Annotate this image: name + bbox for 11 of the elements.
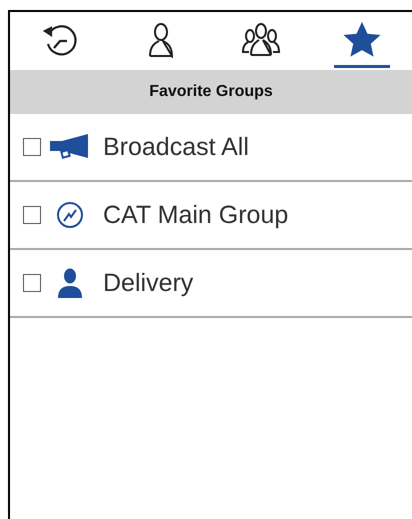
group-name[interactable]: Broadcast All [103, 132, 249, 162]
trend-icon [56, 201, 84, 229]
checkbox[interactable] [23, 206, 41, 224]
star-icon [342, 21, 382, 59]
group-name[interactable]: Delivery [103, 268, 194, 298]
section-header: Favorite Groups [10, 70, 412, 114]
history-icon [42, 22, 78, 58]
checkbox[interactable] [23, 138, 41, 156]
checkbox[interactable] [23, 274, 41, 292]
group-name[interactable]: CAT Main Group [103, 200, 288, 230]
person-icon [57, 268, 83, 298]
